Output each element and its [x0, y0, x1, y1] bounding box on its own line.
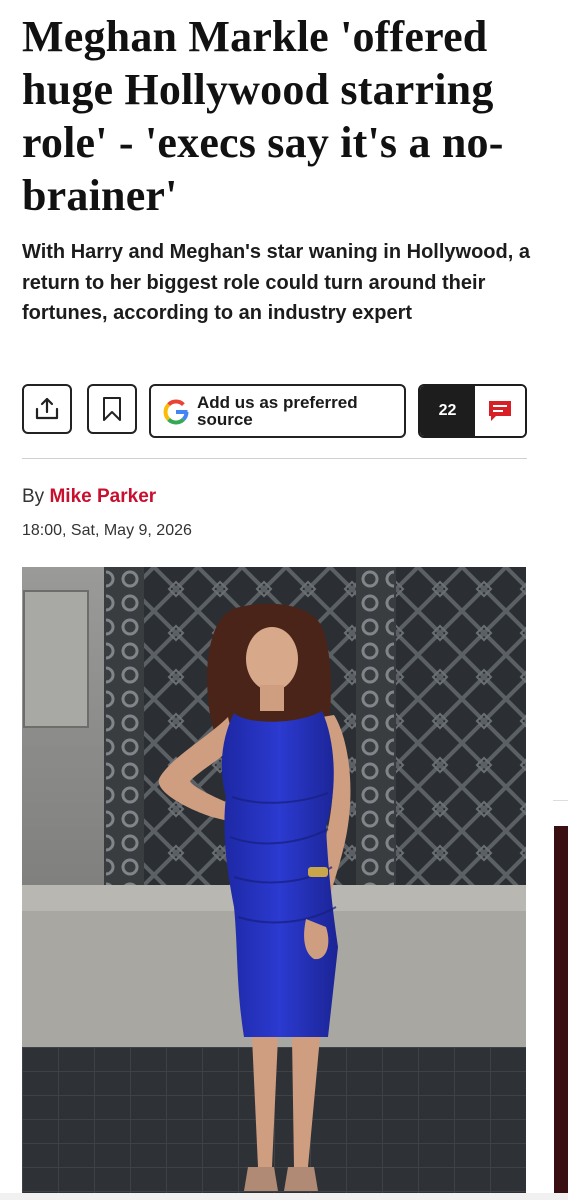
byline-prefix: By [22, 486, 45, 507]
share-icon [35, 397, 59, 420]
divider [22, 458, 527, 459]
bookmark-icon [103, 397, 121, 421]
article-standfirst: With Harry and Meghan's star waning in H… [22, 241, 530, 324]
share-button[interactable] [22, 384, 72, 434]
google-icon [163, 399, 189, 425]
add-preferred-source-button[interactable]: Add us as preferred source [149, 384, 406, 438]
comment-icon [489, 401, 511, 421]
article-actions-bar: Add us as preferred source 22 [22, 384, 527, 438]
comment-count: 22 [420, 386, 475, 436]
bottom-edge [0, 1193, 568, 1200]
publish-date: 18:00, Sat, May 9, 2026 [22, 522, 192, 539]
bookmark-button[interactable] [87, 384, 137, 434]
hero-photo-illustration [22, 567, 526, 1200]
comments-button[interactable]: 22 [418, 384, 527, 438]
article-hero-image[interactable] [22, 567, 526, 1200]
byline: By Mike Parker [22, 486, 156, 508]
preferred-source-label: Add us as preferred source [197, 393, 358, 429]
article-headline: Meghan Markle 'offered huge Hollywood st… [22, 12, 504, 220]
author-link[interactable]: Mike Parker [49, 486, 156, 507]
side-ad-panel[interactable] [554, 826, 568, 1196]
side-panel-edge [553, 800, 568, 801]
